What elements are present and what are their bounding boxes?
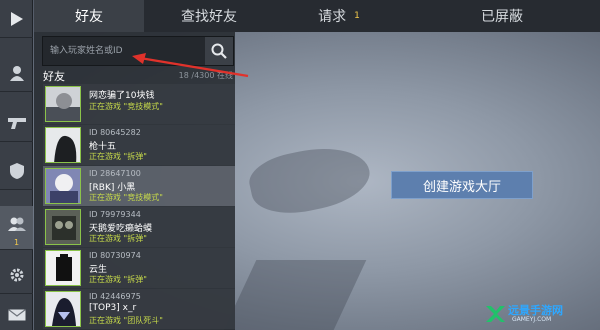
friend-id: ID 42446975 xyxy=(89,292,141,301)
search-input[interactable] xyxy=(43,37,207,65)
friend-row[interactable]: ID 80730974 云生 正在游戏 "拆弹" xyxy=(43,248,235,288)
sidebar-item-settings[interactable] xyxy=(0,256,33,294)
search-icon xyxy=(211,43,227,59)
background-graffiti xyxy=(223,260,367,330)
friend-status: 正在游戏 "拆弹" xyxy=(89,234,147,243)
sidebar-item-inventory[interactable] xyxy=(0,104,33,142)
avatar xyxy=(45,250,81,286)
background-emblem xyxy=(245,138,375,222)
friend-status: 正在游戏 "竞技模式" xyxy=(89,193,163,202)
watermark-url: GAMEYJ.COM xyxy=(512,316,552,323)
sidebar-item-profile[interactable] xyxy=(0,54,33,92)
tab-label: 已屏蔽 xyxy=(481,9,523,25)
search-box xyxy=(42,36,234,66)
friend-id: ID 79979344 xyxy=(89,210,141,219)
tab-label: 好友 xyxy=(75,9,103,25)
avatar xyxy=(45,168,81,204)
left-sidebar: 1 xyxy=(0,0,33,330)
friend-id: ID 80645282 xyxy=(89,128,141,137)
requests-count-badge: 1 xyxy=(354,11,360,21)
watermark-logo-icon xyxy=(486,306,505,322)
sidebar-item-play[interactable] xyxy=(0,0,33,38)
friends-list-title: 好友 xyxy=(43,70,65,83)
tab-bar: 好友 查找好友 请求 1 已屏蔽 xyxy=(34,0,600,32)
friend-status: 正在游戏 "竞技模式" xyxy=(89,102,163,111)
tab-friends[interactable]: 好友 xyxy=(34,0,144,32)
friend-status: 正在游戏 "团队死斗" xyxy=(89,316,163,325)
tab-requests[interactable]: 请求 1 xyxy=(274,0,404,32)
friend-row[interactable]: ID 79979344 天鹅爱吃癞蛤蟆 正在游戏 "拆弹" xyxy=(43,207,235,247)
sidebar-item-missions[interactable] xyxy=(0,152,33,190)
friend-name: [TOP3] x_r xyxy=(89,303,137,313)
create-lobby-button[interactable]: 创建游戏大厅 xyxy=(391,171,533,199)
friends-badge: 1 xyxy=(13,238,20,247)
friend-status: 正在游戏 "拆弹" xyxy=(89,275,147,284)
tab-blocked[interactable]: 已屏蔽 xyxy=(404,0,600,32)
search-button[interactable] xyxy=(205,37,233,65)
friends-icon xyxy=(7,217,26,231)
gun-icon xyxy=(7,117,26,129)
friend-id: ID 80730974 xyxy=(89,251,141,260)
avatar xyxy=(45,209,81,245)
friend-name: 网恋骗了10块钱 xyxy=(89,91,155,101)
friend-row[interactable]: ID 28647100 [RBK] 小黑 正在游戏 "竞技模式" xyxy=(43,166,235,206)
sidebar-item-mail[interactable] xyxy=(0,296,33,330)
friends-panel: 好友 18 /4300 在线 网恋骗了10块钱 正在游戏 "竞技模式" ID 8… xyxy=(34,32,235,330)
gear-icon xyxy=(10,268,23,281)
tab-label: 查找好友 xyxy=(181,9,237,25)
watermark: 远景手游网 GAMEYJ.COM xyxy=(484,300,594,328)
avatar xyxy=(45,86,81,122)
friends-list: 网恋骗了10块钱 正在游戏 "竞技模式" ID 80645282 枪十五 正在游… xyxy=(43,84,235,330)
friend-id: ID 28647100 xyxy=(89,169,141,178)
shield-icon xyxy=(9,162,24,179)
profile-icon xyxy=(9,65,24,81)
friend-row[interactable]: 网恋骗了10块钱 正在游戏 "竞技模式" xyxy=(43,84,235,124)
mail-icon xyxy=(7,309,26,321)
sidebar-item-friends[interactable]: 1 xyxy=(0,206,33,250)
friend-status: 正在游戏 "拆弹" xyxy=(89,152,147,161)
avatar xyxy=(45,291,81,327)
friend-row[interactable]: ID 42446975 [TOP3] x_r 正在游戏 "团队死斗" xyxy=(43,289,235,329)
play-icon xyxy=(10,11,23,26)
tab-find-friends[interactable]: 查找好友 xyxy=(144,0,274,32)
friend-row[interactable]: ID 80645282 枪十五 正在游戏 "拆弹" xyxy=(43,125,235,165)
tab-label: 请求 xyxy=(318,9,347,25)
friends-list-header: 好友 18 /4300 在线 xyxy=(43,68,233,83)
online-count: 18 /4300 在线 xyxy=(178,71,233,80)
avatar xyxy=(45,127,81,163)
